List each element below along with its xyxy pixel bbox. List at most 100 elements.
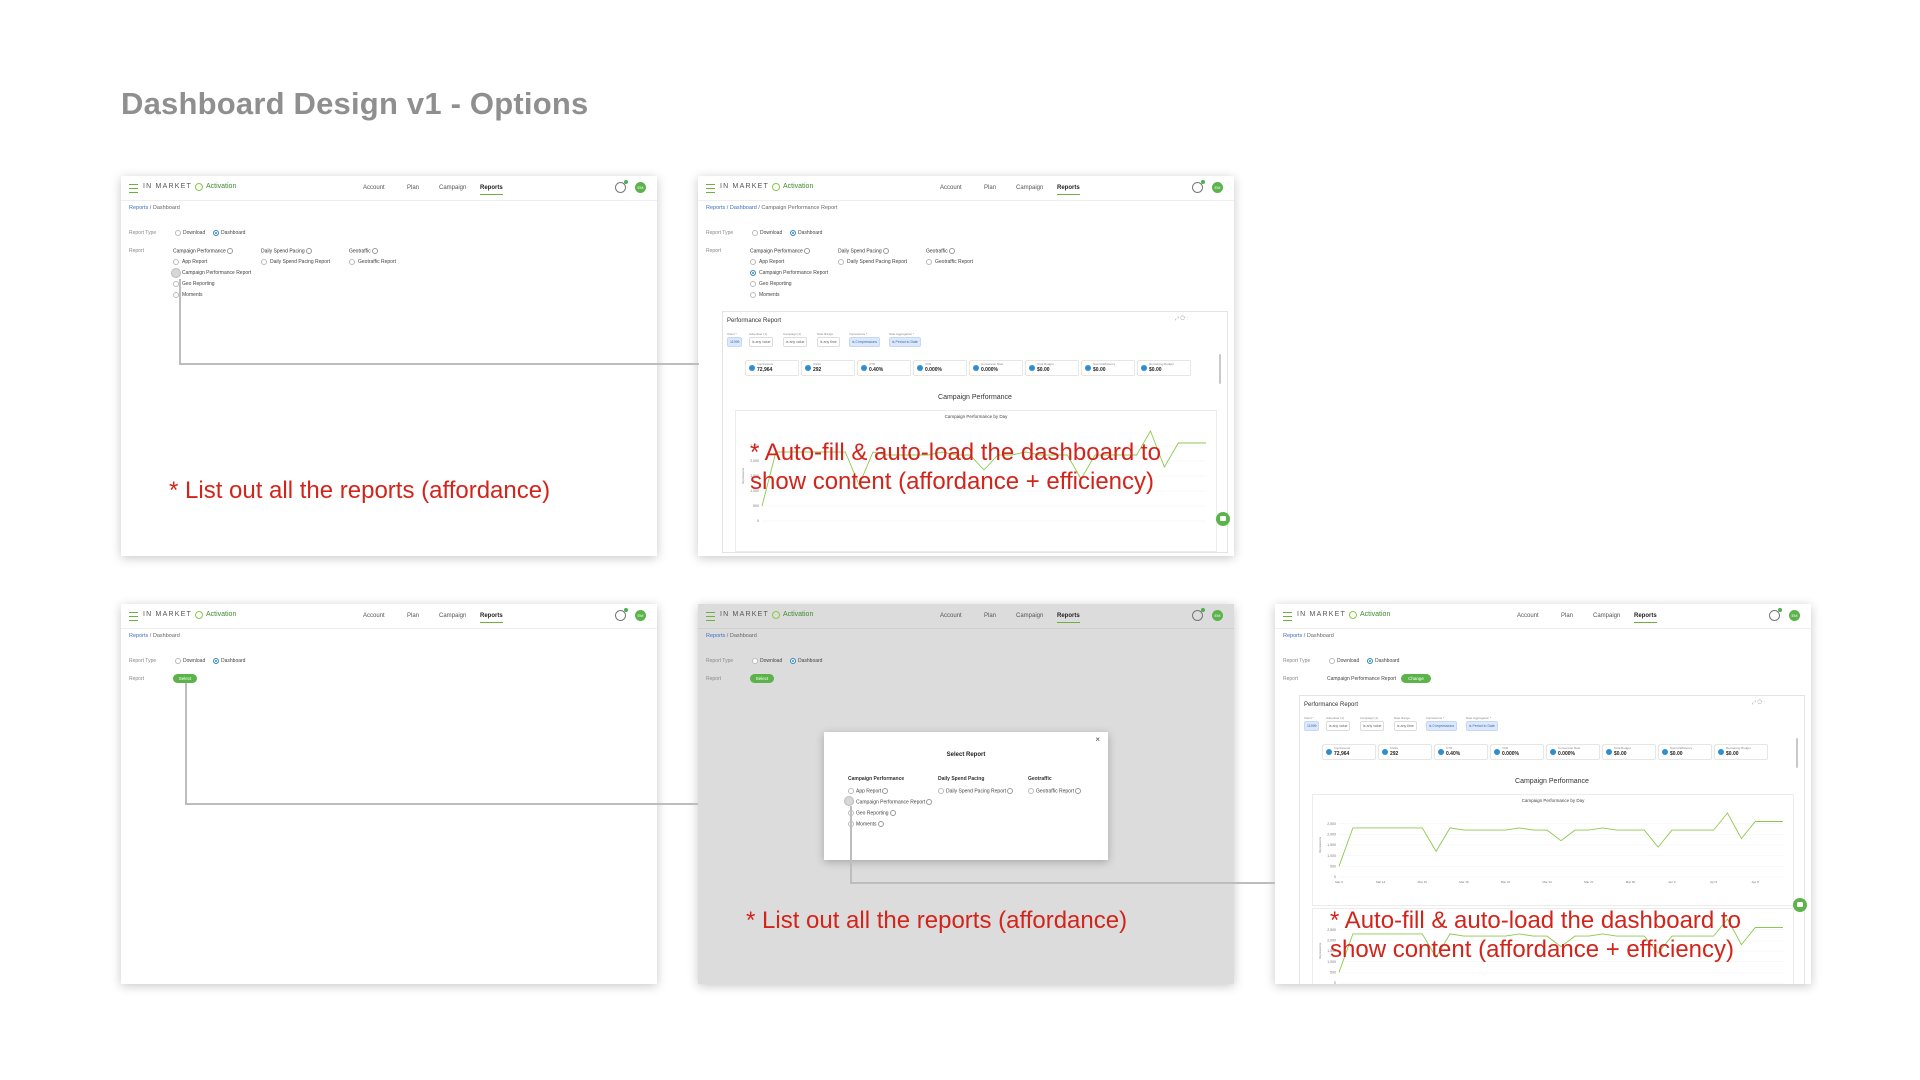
gear-icon[interactable] (615, 608, 628, 621)
nav-campaign[interactable]: Campaign (1016, 613, 1043, 619)
moments-option[interactable]: Moments (759, 292, 780, 298)
avatar[interactable]: EM (635, 610, 646, 621)
nav-reports[interactable]: Reports (1057, 185, 1080, 195)
campaign-performance-report-radio[interactable] (750, 270, 756, 276)
daily-spend-pacing-radio[interactable] (838, 259, 844, 265)
moments-radio[interactable] (750, 292, 756, 298)
breadcrumb-reports[interactable]: Reports (706, 205, 725, 211)
nav-account[interactable]: Account (940, 185, 962, 191)
panel-scrollbar[interactable] (1219, 354, 1221, 384)
nav-reports[interactable]: Reports (480, 613, 503, 623)
info-icon[interactable] (305, 248, 312, 254)
avatar[interactable]: EM (635, 182, 646, 193)
geotraffic-radio[interactable] (926, 259, 932, 265)
breadcrumb-reports[interactable]: Reports (706, 633, 725, 639)
dashboard-radio[interactable] (790, 658, 796, 664)
nav-plan[interactable]: Plan (1561, 613, 1573, 619)
info-icon[interactable] (877, 821, 884, 827)
menu-icon[interactable] (706, 612, 715, 621)
chat-icon[interactable] (1216, 512, 1230, 526)
geo-reporting-radio[interactable] (750, 281, 756, 287)
campaign-performance-report-option[interactable]: Campaign Performance Report (182, 270, 251, 276)
menu-icon[interactable] (129, 612, 138, 621)
avatar[interactable]: EM (1789, 610, 1800, 621)
filter-advertiser[interactable]: is any value (1326, 721, 1351, 731)
gear-icon[interactable] (1192, 180, 1205, 193)
moments-option[interactable]: Moments (182, 292, 203, 298)
dashboard-radio[interactable] (1367, 658, 1373, 664)
app-report-radio[interactable] (848, 788, 854, 794)
geotraffic-option[interactable]: Geotraffic Report (935, 259, 973, 265)
nav-plan[interactable]: Plan (984, 613, 996, 619)
nav-plan[interactable]: Plan (984, 185, 996, 191)
geotraffic-option[interactable]: Geotraffic Report (1036, 788, 1081, 794)
nav-account[interactable]: Account (363, 185, 385, 191)
filter-impressions[interactable]: is 0 impressions (1426, 721, 1458, 731)
breadcrumb-dashboard[interactable]: Dashboard (730, 205, 757, 211)
daily-spend-pacing-radio[interactable] (938, 788, 944, 794)
app-report-option[interactable]: App Report (759, 259, 784, 265)
info-icon[interactable] (371, 248, 378, 254)
download-radio[interactable] (175, 230, 181, 236)
info-icon[interactable] (1074, 788, 1081, 794)
breadcrumb-reports[interactable]: Reports (129, 633, 148, 639)
select-report-button[interactable]: Select (173, 674, 197, 683)
filter-campaign[interactable]: is any value (1360, 721, 1385, 731)
avatar[interactable]: EM (1212, 610, 1223, 621)
geotraffic-option[interactable]: Geotraffic Report (358, 259, 396, 265)
info-icon[interactable] (889, 810, 896, 816)
nav-reports[interactable]: Reports (1634, 613, 1657, 623)
download-radio[interactable] (1329, 658, 1335, 664)
geo-reporting-option[interactable]: Geo Reporting (182, 281, 215, 287)
nav-plan[interactable]: Plan (407, 613, 419, 619)
panel-scrollbar[interactable] (1796, 738, 1798, 768)
geo-reporting-option[interactable]: Geo Reporting (856, 810, 896, 816)
geotraffic-radio[interactable] (349, 259, 355, 265)
daily-spend-pacing-radio[interactable] (261, 259, 267, 265)
app-report-option[interactable]: App Report (182, 259, 207, 265)
nav-campaign[interactable]: Campaign (439, 185, 466, 191)
nav-campaign[interactable]: Campaign (439, 613, 466, 619)
filter-impressions[interactable]: is 0 impressions (849, 337, 881, 347)
info-icon[interactable] (803, 248, 810, 254)
daily-spend-pacing-option[interactable]: Daily Spend Pacing Report (270, 259, 330, 265)
daily-spend-pacing-option[interactable]: Daily Spend Pacing Report (946, 788, 1014, 794)
filter-campaign[interactable]: is any value (783, 337, 808, 347)
nav-reports[interactable]: Reports (480, 185, 503, 195)
info-icon[interactable] (926, 799, 933, 805)
breadcrumb-reports[interactable]: Reports (1283, 633, 1302, 639)
campaign-performance-report-option[interactable]: Campaign Performance Report (856, 799, 933, 805)
app-report-radio[interactable] (173, 259, 179, 265)
filter-date-aggregation[interactable]: is Period to Date (889, 337, 921, 347)
dashboard-radio[interactable] (790, 230, 796, 236)
filter-date-aggregation[interactable]: is Period to Date (1466, 721, 1498, 731)
panel-icons[interactable]: ⤢ ⟳ ⋮ (1752, 700, 1765, 706)
download-radio[interactable] (752, 230, 758, 236)
nav-account[interactable]: Account (940, 613, 962, 619)
menu-icon[interactable] (1283, 612, 1292, 621)
nav-account[interactable]: Account (1517, 613, 1539, 619)
campaign-performance-report-option[interactable]: Campaign Performance Report (759, 270, 828, 276)
filter-advertiser[interactable]: is any value (749, 337, 774, 347)
gear-icon[interactable] (615, 180, 628, 193)
dashboard-radio[interactable] (213, 230, 219, 236)
info-icon[interactable] (882, 788, 889, 794)
breadcrumb-reports[interactable]: Reports (129, 205, 148, 211)
info-icon[interactable] (948, 248, 955, 254)
panel-icons[interactable]: ⤢ ⟳ ⋮ (1175, 316, 1188, 322)
nav-plan[interactable]: Plan (407, 185, 419, 191)
avatar[interactable]: EM (1212, 182, 1223, 193)
info-icon[interactable] (226, 248, 233, 254)
dashboard-radio[interactable] (213, 658, 219, 664)
download-radio[interactable] (175, 658, 181, 664)
geo-reporting-option[interactable]: Geo Reporting (759, 281, 792, 287)
filter-date-range[interactable]: is any time (1394, 721, 1417, 731)
moments-option[interactable]: Moments (856, 821, 884, 827)
menu-icon[interactable] (129, 184, 138, 193)
nav-reports[interactable]: Reports (1057, 613, 1080, 623)
close-icon[interactable]: × (1095, 735, 1100, 744)
info-icon[interactable] (882, 248, 889, 254)
select-report-button[interactable]: Select (750, 674, 774, 683)
app-report-radio[interactable] (750, 259, 756, 265)
app-report-option[interactable]: App Report (856, 788, 889, 794)
